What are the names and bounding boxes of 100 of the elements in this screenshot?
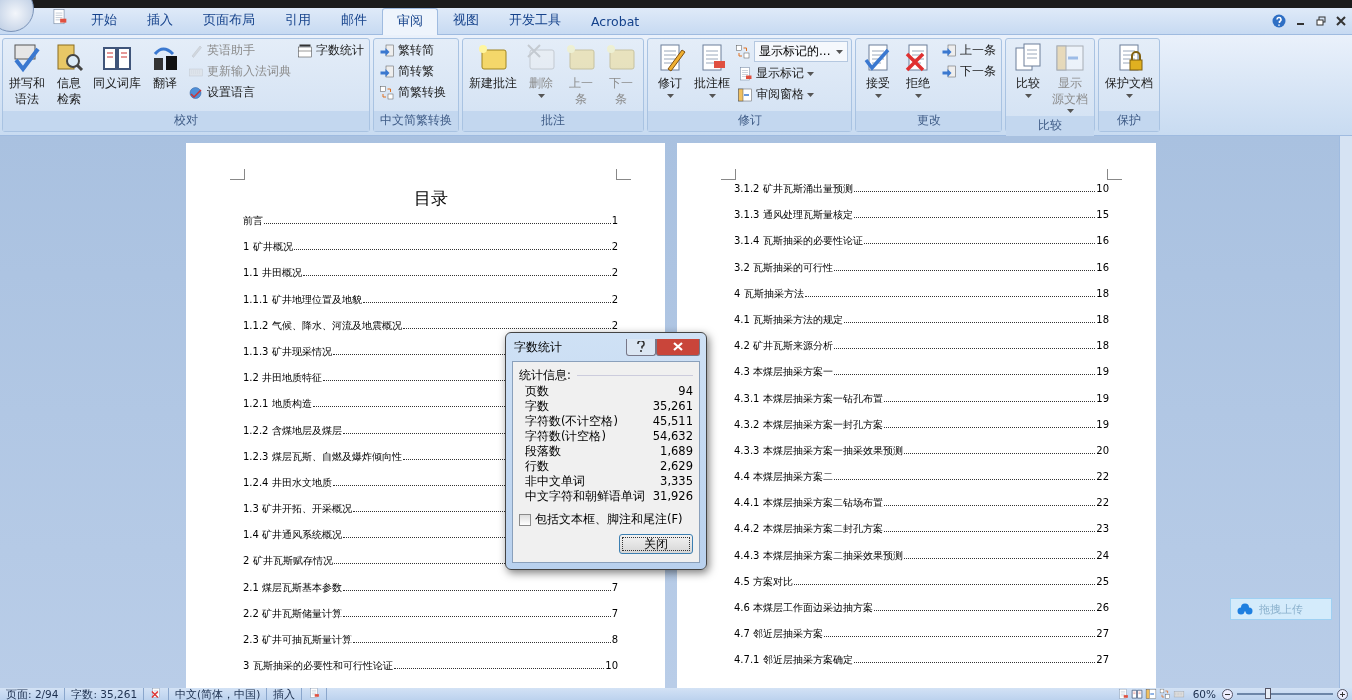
page-number: 27 [1096, 653, 1109, 668]
ribbon-button[interactable]: 拒绝 [899, 41, 938, 99]
page-number: 16 [1096, 234, 1109, 249]
margin-mark [1107, 169, 1122, 180]
ribbon-button[interactable]: 繁转简 [377, 41, 448, 60]
globe-icon [188, 84, 204, 101]
help-button[interactable] [626, 338, 656, 356]
ribbon-button[interactable]: 显示标记 [735, 64, 849, 83]
page-indicator[interactable]: 页面: 2/94 [0, 688, 66, 700]
ribbon-button[interactable]: 信息 检索 [50, 41, 88, 109]
stat-value: 94 [678, 384, 693, 399]
word-count[interactable]: 字数: 35,261 [65, 688, 145, 700]
group-label: 更改 [856, 111, 1002, 131]
close-button[interactable]: 关闭 [619, 534, 693, 554]
ribbon-button[interactable]: 上一条 [939, 41, 999, 60]
zoom-in-icon[interactable] [1337, 688, 1348, 700]
page-number: 27 [1096, 627, 1109, 642]
cloud-icon [1237, 603, 1253, 615]
close-button[interactable] [656, 338, 700, 356]
ribbon-tab[interactable]: Acrobat [576, 9, 655, 34]
toc-entry: 2.1 煤层瓦斯基本参数 [243, 580, 343, 595]
page-number: 15 [1096, 208, 1109, 223]
stat-value: 2,629 [660, 459, 693, 474]
toc-entry: 1.2 井田地质特征 [243, 371, 323, 386]
toc-entry: 1.3 矿井开拓、开采概况 [243, 502, 353, 517]
toc-entry: 4.3 本煤层抽采方案一 [734, 365, 834, 380]
toc-entry: 1.1.2 气候、降水、河流及地震概况 [243, 318, 402, 333]
ribbon-button[interactable]: 字数统计 [295, 41, 366, 60]
toc-entry: 3.2 瓦斯抽采的可行性 [734, 260, 834, 275]
stat-label: 字符数(计空格) [525, 429, 606, 444]
toc-entry: 1.2.2 含煤地层及煤层 [243, 423, 342, 438]
toc-entry: 3.1.4 瓦斯抽采的必要性论证 [734, 234, 863, 249]
vertical-scrollbar[interactable] [1339, 136, 1352, 688]
ribbon-button[interactable]: 拼写和 语法 [6, 41, 48, 109]
ribbon-tab[interactable]: 开始 [76, 7, 132, 34]
ribbon-tab[interactable]: 插入 [132, 7, 188, 34]
checkbox-label: 包括文本框、脚注和尾注(F) [535, 512, 683, 527]
page-number: 1 [611, 214, 618, 228]
toc-entry: 2.3 矿井可抽瓦斯量计算 [243, 633, 353, 647]
ribbon-tab[interactable]: 页面布局 [188, 7, 270, 34]
slider-thumb[interactable] [1264, 688, 1271, 699]
page-number: 25 [1096, 574, 1109, 589]
toc-entry: 4.1 瓦斯抽采方法的规定 [734, 312, 844, 327]
toc-entry: 3.1.2 矿井瓦斯涌出量预测 [734, 182, 853, 196]
help-icon [637, 341, 645, 352]
checkbox[interactable] [519, 513, 531, 526]
language-indicator[interactable]: 中文(简体，中国) [169, 688, 268, 700]
ribbon-button[interactable]: 简繁转换 [377, 83, 448, 102]
toc-entry: 1.2.4 井田水文地质 [243, 475, 332, 490]
restore-icon[interactable] [1316, 16, 1326, 26]
arrow-icon [941, 63, 958, 80]
ribbon-button[interactable]: 同义词库 [90, 41, 144, 93]
arrow-icon [379, 63, 395, 80]
ribbon-tab[interactable]: 引用 [270, 7, 326, 34]
ribbon-button[interactable]: 下一条 [939, 62, 999, 81]
toc-entry: 4.3.1 本煤层抽采方案一钻孔布置 [734, 391, 883, 406]
page-number: 2 [611, 240, 618, 255]
close-icon[interactable] [1336, 16, 1346, 26]
ribbon-button[interactable]: 接受 [859, 41, 898, 99]
stat-label: 字数 [525, 399, 549, 414]
zoom-out-icon[interactable] [1222, 688, 1233, 700]
grid-icon [379, 84, 395, 101]
margin-mark [721, 169, 736, 180]
ribbon-tab[interactable]: 审阅 [382, 8, 438, 35]
cross-document-icon [150, 687, 163, 699]
page-number: 26 [1096, 601, 1109, 615]
page-number: 23 [1096, 522, 1109, 537]
arrow-icon [379, 42, 395, 59]
toc-entry: 4.4 本煤层抽采方案二 [734, 470, 834, 485]
stat-label: 字符数(不计空格) [525, 414, 618, 429]
page-number: 7 [611, 606, 618, 621]
page-heading: 目录 [412, 187, 449, 210]
ribbon-button[interactable]: 修订 [651, 41, 689, 99]
ribbon-tab[interactable]: 视图 [438, 7, 494, 34]
toc-entry: 前言 [243, 214, 263, 228]
ribbon-button[interactable]: 翻译 [146, 41, 184, 93]
markup-dropdown[interactable]: 显示标记的... [754, 41, 849, 62]
stat-value: 45,511 [652, 414, 693, 429]
toc-entry: 1.1.3 矿井现采情况 [243, 344, 332, 359]
help-icon[interactable] [1272, 14, 1286, 28]
ribbon-button[interactable]: 设置语言 [186, 83, 293, 102]
ribbon-button[interactable]: 比较 [1009, 41, 1048, 99]
toc-entry: 1.1.1 矿井地理位置及地貌 [243, 292, 362, 307]
toc-entry: 1 矿井概况 [243, 240, 293, 255]
ribbon-button[interactable]: 保护文档 [1102, 41, 1157, 99]
ribbon-tab[interactable]: 开发工具 [494, 7, 576, 34]
insert-mode[interactable]: 插入 [267, 688, 303, 700]
ribbon-button[interactable]: 批注框 [691, 41, 733, 99]
pane-icon [737, 86, 753, 103]
ribbon-button[interactable]: 简转繁 [377, 62, 448, 81]
ribbon-button[interactable]: 审阅窗格 [735, 85, 849, 104]
toc-entry: 4.7 邻近层抽采方案 [734, 627, 824, 642]
document-icon [737, 65, 753, 82]
ribbon-tab[interactable]: 邮件 [326, 7, 382, 34]
ribbon-button[interactable]: 新建批注 [466, 41, 520, 93]
page-number: 19 [1096, 365, 1109, 380]
page-number: 19 [1096, 391, 1109, 406]
zoom-level[interactable]: 60% [1192, 688, 1216, 700]
page-number: 22 [1096, 496, 1109, 511]
toc-entry: 4 瓦斯抽采方法 [734, 286, 804, 301]
